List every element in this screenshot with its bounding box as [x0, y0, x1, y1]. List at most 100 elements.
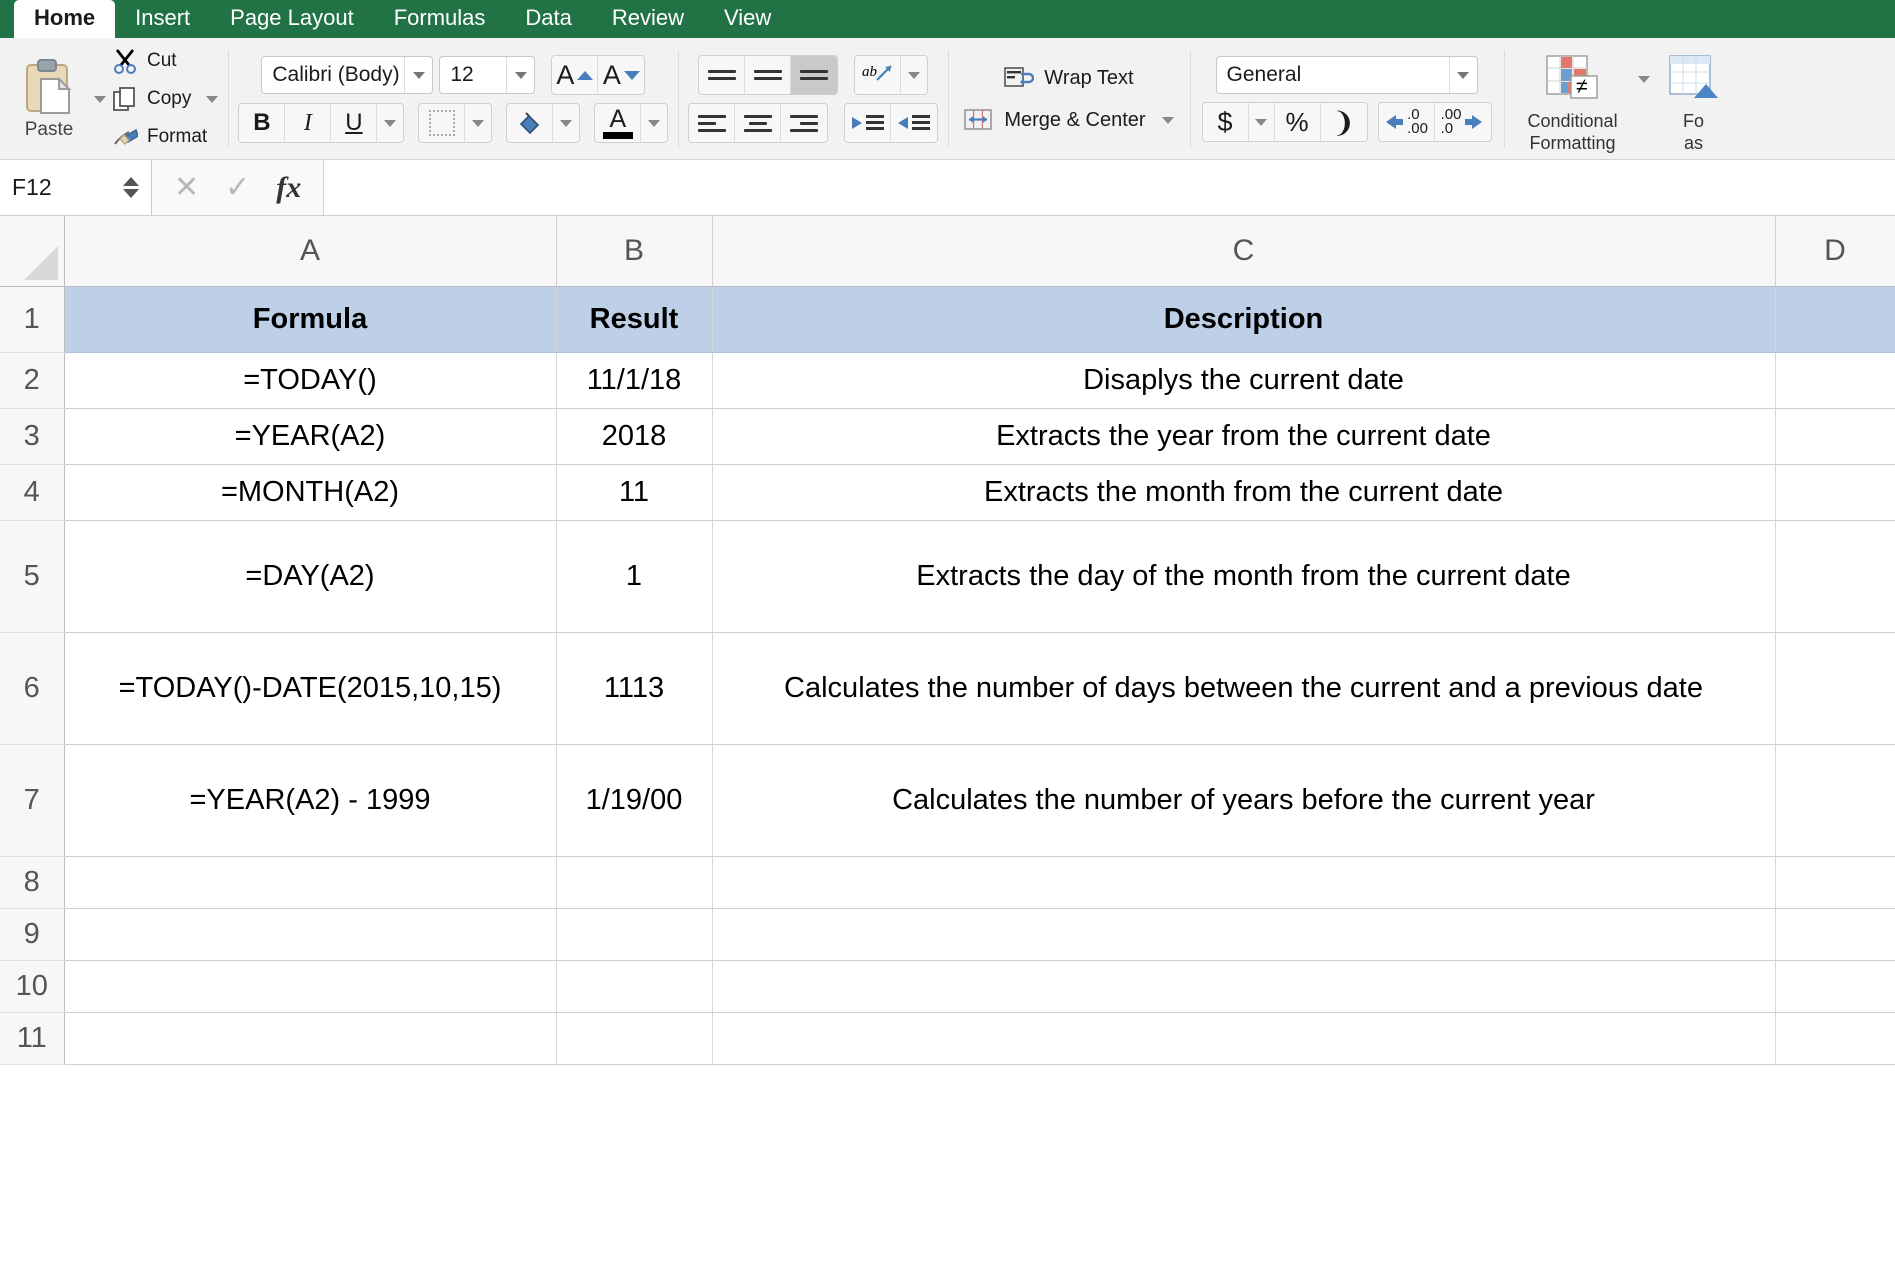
cell-b2[interactable]: 11/1/18 [556, 352, 713, 409]
column-header-a[interactable]: A [64, 216, 557, 287]
grow-font-button[interactable]: A [552, 56, 599, 94]
font-name-chevron-down-icon[interactable] [404, 57, 432, 93]
cell-a2[interactable]: =TODAY() [64, 352, 557, 409]
comma-style-button[interactable]: ❩ [1321, 103, 1367, 141]
cell-b7[interactable]: 1/19/00 [556, 744, 713, 857]
row-header-1[interactable]: 1 [0, 286, 65, 353]
font-color-chevron-down-icon[interactable] [641, 104, 667, 142]
format-as-table-button[interactable]: Fo as [1664, 54, 1724, 154]
fill-color-button[interactable] [507, 104, 554, 142]
cell-a1[interactable]: Formula [64, 286, 557, 353]
cell-c8[interactable] [712, 856, 1776, 909]
italic-button[interactable]: I [285, 104, 332, 142]
paste-button[interactable]: Paste [10, 57, 88, 141]
conditional-formatting-button[interactable]: ≠ Conditional Formatting [1514, 54, 1632, 154]
row-header-9[interactable]: 9 [0, 908, 65, 961]
align-left-button[interactable] [689, 104, 736, 142]
row-header-6[interactable]: 6 [0, 632, 65, 745]
cell-d11[interactable] [1775, 1012, 1895, 1065]
borders-button[interactable] [419, 104, 466, 142]
align-center-button[interactable] [735, 104, 782, 142]
cell-d3[interactable] [1775, 408, 1895, 465]
copy-chevron-down-icon[interactable] [206, 95, 219, 103]
align-top-button[interactable] [699, 56, 746, 94]
cell-a10[interactable] [64, 960, 557, 1013]
cell-b9[interactable] [556, 908, 713, 961]
merge-center-chevron-down-icon[interactable] [1161, 116, 1174, 124]
paste-chevron-down-icon[interactable] [94, 95, 106, 103]
shrink-font-button[interactable]: A [598, 56, 644, 94]
align-bottom-button[interactable] [791, 56, 838, 94]
underline-button[interactable]: U [331, 104, 378, 142]
tab-review[interactable]: Review [592, 0, 704, 38]
cell-b10[interactable] [556, 960, 713, 1013]
increase-indent-button[interactable] [891, 104, 937, 142]
currency-chevron-down-icon[interactable] [1249, 103, 1275, 141]
row-header-5[interactable]: 5 [0, 520, 65, 633]
merge-center-button[interactable]: Merge & Center [964, 107, 1174, 133]
currency-button[interactable]: $ [1203, 103, 1249, 141]
cell-c10[interactable] [712, 960, 1776, 1013]
cell-b4[interactable]: 11 [556, 464, 713, 521]
cell-c1[interactable]: Description [712, 286, 1776, 353]
cell-c5[interactable]: Extracts the day of the month from the c… [712, 520, 1776, 633]
percent-button[interactable]: % [1275, 103, 1321, 141]
cell-d1[interactable] [1775, 286, 1895, 353]
tab-home[interactable]: Home [14, 0, 116, 38]
cell-a6[interactable]: =TODAY()-DATE(2015,10,15) [64, 632, 557, 745]
column-header-d[interactable]: D [1775, 216, 1895, 287]
name-box[interactable]: F12 [0, 160, 152, 215]
format-painter-button[interactable]: Format [112, 123, 218, 151]
cell-d4[interactable] [1775, 464, 1895, 521]
cell-a5[interactable]: =DAY(A2) [64, 520, 557, 633]
number-format-chevron-down-icon[interactable] [1448, 57, 1477, 93]
cell-d5[interactable] [1775, 520, 1895, 633]
row-header-11[interactable]: 11 [0, 1012, 65, 1065]
insert-function-icon[interactable]: fx [276, 171, 301, 205]
cancel-formula-icon[interactable]: ✕ [174, 170, 199, 205]
cell-b5[interactable]: 1 [556, 520, 713, 633]
confirm-formula-icon[interactable]: ✓ [225, 170, 250, 205]
font-size-combo[interactable]: 12 [439, 56, 536, 94]
cell-d10[interactable] [1775, 960, 1895, 1013]
row-header-3[interactable]: 3 [0, 408, 65, 465]
row-header-4[interactable]: 4 [0, 464, 65, 521]
orientation-button[interactable]: ab [855, 56, 902, 94]
align-middle-button[interactable] [745, 56, 792, 94]
cell-c3[interactable]: Extracts the year from the current date [712, 408, 1776, 465]
cell-a4[interactable]: =MONTH(A2) [64, 464, 557, 521]
cell-c6[interactable]: Calculates the number of days between th… [712, 632, 1776, 745]
cell-c4[interactable]: Extracts the month from the current date [712, 464, 1776, 521]
cell-b11[interactable] [556, 1012, 713, 1065]
font-size-chevron-down-icon[interactable] [506, 57, 534, 93]
cell-c9[interactable] [712, 908, 1776, 961]
cell-d9[interactable] [1775, 908, 1895, 961]
row-header-8[interactable]: 8 [0, 856, 65, 909]
select-all-corner[interactable] [0, 216, 65, 287]
tab-insert[interactable]: Insert [115, 0, 210, 38]
orientation-chevron-down-icon[interactable] [901, 56, 927, 94]
cell-a11[interactable] [64, 1012, 557, 1065]
increase-decimal-button[interactable]: .00.0 [1435, 103, 1491, 141]
cell-d6[interactable] [1775, 632, 1895, 745]
borders-chevron-down-icon[interactable] [465, 104, 491, 142]
cell-b8[interactable] [556, 856, 713, 909]
cell-d7[interactable] [1775, 744, 1895, 857]
align-right-button[interactable] [781, 104, 827, 142]
column-header-b[interactable]: B [556, 216, 713, 287]
row-header-2[interactable]: 2 [0, 352, 65, 409]
formula-input[interactable] [324, 160, 1895, 215]
cell-c2[interactable]: Disaplys the current date [712, 352, 1776, 409]
name-box-spinner[interactable] [123, 177, 139, 198]
cell-a9[interactable] [64, 908, 557, 961]
column-header-c[interactable]: C [712, 216, 1776, 287]
conditional-formatting-chevron-down-icon[interactable] [1637, 76, 1650, 83]
tab-data[interactable]: Data [505, 0, 591, 38]
decrease-decimal-button[interactable]: .0.00 [1379, 103, 1435, 141]
number-format-combo[interactable]: General [1215, 56, 1478, 94]
font-color-button[interactable]: A [595, 104, 642, 142]
cell-b1[interactable]: Result [556, 286, 713, 353]
bold-button[interactable]: B [239, 104, 286, 142]
wrap-text-button[interactable]: Wrap Text [1004, 65, 1134, 91]
font-name-combo[interactable]: Calibri (Body) [261, 56, 434, 94]
